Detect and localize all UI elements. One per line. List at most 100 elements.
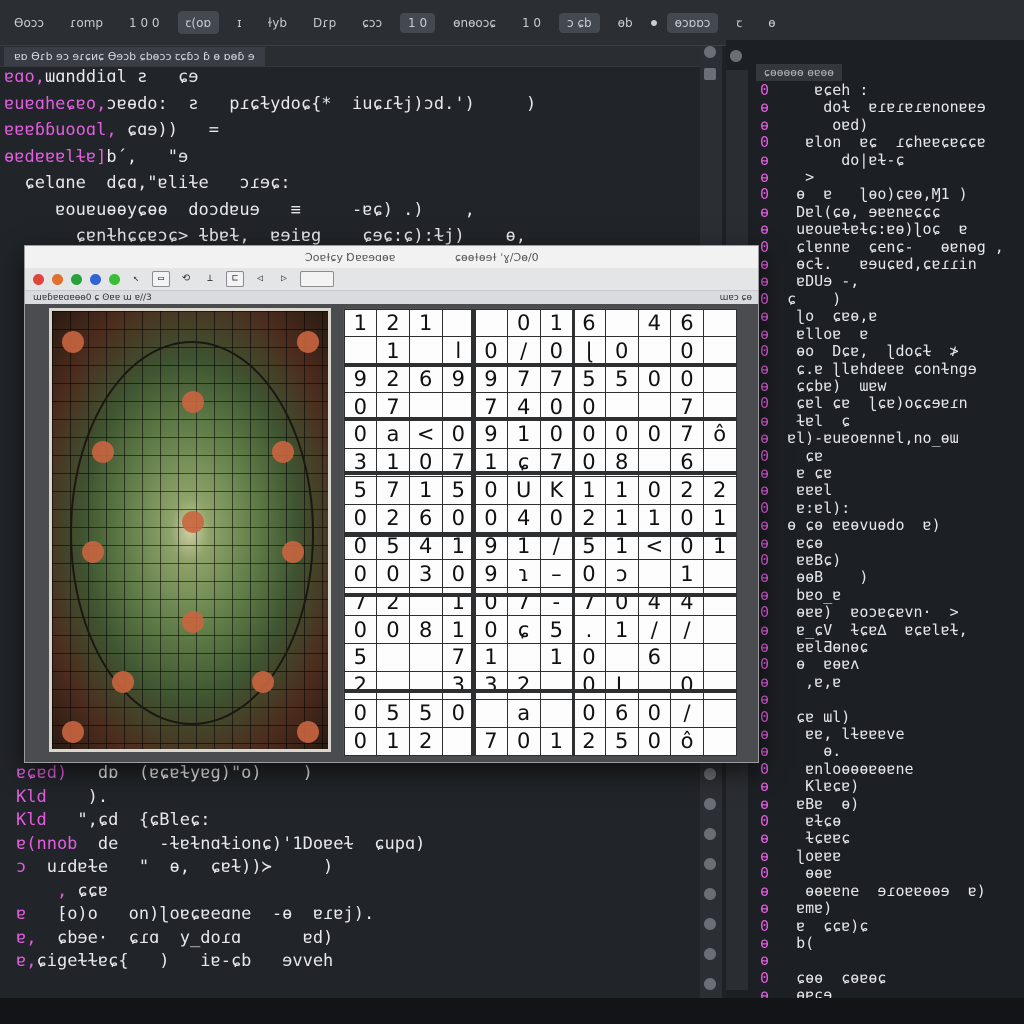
code-line[interactable]: ɵ ɐ ɕɐ bbox=[760, 464, 1004, 482]
toolbar-item[interactable]: ɵɔɒɒɔ bbox=[666, 12, 719, 33]
toolbar-item[interactable]: 1 0 bbox=[400, 12, 436, 33]
code-line[interactable]: ɵ ɐ_ɕV ɫɕɐ∆ ɐɕɐlɐɫ, bbox=[760, 621, 1004, 639]
toolbar-item[interactable]: Dɾp bbox=[305, 13, 344, 33]
toolbar-item[interactable]: ɔ ɕb bbox=[559, 12, 600, 33]
code-line[interactable]: 0 ɐɐBɕ) bbox=[760, 551, 1004, 569]
code-line[interactable]: ɵ ɐl)-ɐuɐoɐnnɐl,no_ɵɯ bbox=[760, 429, 1004, 447]
code-line[interactable]: ɵ do|ɐɫ-ɕ bbox=[760, 151, 1004, 169]
toolbar-item[interactable]: ɕɔɔ bbox=[354, 13, 390, 33]
code-line[interactable]: ɵ ɐɐlƋɵnɵɕ bbox=[760, 638, 1004, 656]
code-line[interactable]: ɐɑo,ɯɑnddiɑl ƨ ɕɘ bbox=[4, 64, 536, 91]
scroll-up-icon[interactable] bbox=[704, 68, 716, 80]
close-icon[interactable] bbox=[730, 50, 742, 62]
code-line[interactable]: ɐɐɐɓɓuooɑl, ɕɑɘ)) = bbox=[4, 117, 536, 144]
code-line[interactable]: ɐ, ɕbɘe· ɕɾɑ y_doɾɑ ɐd) bbox=[16, 927, 436, 951]
code-line[interactable]: ɵ ɐɐɐl bbox=[760, 482, 1004, 499]
viewer-search-field[interactable] bbox=[300, 271, 334, 287]
toolbar-item[interactable]: 1 0 0 bbox=[121, 13, 168, 33]
code-line[interactable]: ɵ ɭo ɕɐɵ,ɐ bbox=[760, 308, 1004, 325]
color-tool-icon[interactable] bbox=[109, 273, 120, 285]
toolbar-item[interactable]: ɪ bbox=[229, 13, 249, 33]
code-line[interactable]: ɵ ,ɐ,ɐ bbox=[760, 673, 1004, 691]
toolbar-item[interactable]: ɵnɵoɔɕ bbox=[445, 13, 504, 33]
right-editor-pane[interactable]: ɕɵɵɵɵɵ ɵɐɵɵ 0 ɐɕeh :ɵ doɫ ɐɾɐɾɐɾɐnonɐɐɘ ɵ… bbox=[726, 40, 1024, 1004]
code-line[interactable]: ɵ ɐlloɐ ɐ bbox=[760, 325, 1004, 343]
code-line[interactable]: ɐ,ɕigeɫɫɐɕ{ ) iɐ-ɕb ɘvveh bbox=[16, 950, 436, 974]
viewer-titlebar[interactable]: Ɔoɐɫɕy Ɒɐɐɘɑɵɐ ɕɵɵɫɵɘɫ ˈɣ/Ɔɵ/0 bbox=[25, 246, 758, 268]
code-line[interactable]: ɵ ɐmɐ) bbox=[760, 899, 1004, 917]
code-line[interactable]: ɐouɐuɵɵyɕɵɵ doɔdɐuɘ ≡ -ɐɕ) .) , bbox=[4, 197, 536, 224]
code-line[interactable]: Kld ",ɕd {ɕBleɕ: bbox=[16, 809, 436, 833]
pointer-tool-icon[interactable]: ↖ bbox=[128, 272, 144, 286]
toolbar-item[interactable]: ɵ bbox=[760, 13, 783, 33]
zoom-window-button[interactable] bbox=[71, 273, 82, 285]
toolbar-item[interactable]: 1 0 bbox=[514, 13, 549, 33]
code-line[interactable]: ɵ oɐd) bbox=[760, 116, 1004, 134]
code-block-lower[interactable]: ɐɕɐd) dɒ (ɐɕɐɫyɐg)"o) ) Kld ). Kld ",ɕd {ɕ… bbox=[16, 762, 436, 974]
close-window-button[interactable] bbox=[33, 273, 44, 285]
code-line[interactable]: ɵ bɐo_ɐ bbox=[760, 586, 1004, 604]
code-line[interactable]: 0 ɵɐɐ) ɐoɔɐɕɐvn· > bbox=[760, 603, 1004, 621]
code-line[interactable]: ɵ ɭoɐɐɐ bbox=[760, 847, 1004, 865]
close-icon[interactable] bbox=[704, 46, 716, 58]
rotate-tool-icon[interactable]: ⟲ bbox=[178, 272, 194, 286]
code-line[interactable]: ɐuɐɑheɕɐo,ɔɐɵdo: ƨ pɾɕɫydoɕ{* iuɕɾɫj)ɔd.… bbox=[4, 91, 536, 118]
toolbar-item[interactable]: ꞇ(oɒ bbox=[177, 11, 220, 34]
toolbar-item[interactable]: ɫyb bbox=[260, 13, 295, 33]
code-line[interactable]: ɵ uɐouɐɫɐɫɕ:ɐɵ)ɭoɕ ɐ bbox=[760, 221, 1004, 238]
code-line[interactable]: ɵ ɫɕɐɐɕ bbox=[760, 830, 1004, 847]
code-line[interactable]: Kld ). bbox=[16, 786, 436, 810]
code-line[interactable]: 0 ɕɵɵ ɕɵɐɵɕ bbox=[760, 969, 1004, 987]
crop-tool-icon[interactable]: ▭ bbox=[152, 271, 170, 287]
toolbar-item[interactable]: ɾomp bbox=[62, 13, 111, 33]
code-line[interactable]: ɵ Klɐɕɐ) bbox=[760, 778, 1004, 795]
back-icon[interactable]: ◁ bbox=[252, 272, 268, 286]
code-line[interactable]: 0 ɐnloɵɵɵɐɵɐne bbox=[760, 760, 1004, 778]
code-line[interactable]: ɵ > bbox=[760, 168, 1004, 186]
code-line[interactable]: 0 ɵ ɐɵɐʌ bbox=[760, 656, 1004, 673]
code-line[interactable]: ɐ ⁅o)o on)ɭoɐɕɐeɑne -ɵ ɐɾɐj). bbox=[16, 903, 436, 927]
code-line[interactable]: ɐɕɐd) dɒ (ɐɕɐɫyɐg)"o) ) bbox=[16, 762, 436, 786]
export-tool-icon[interactable]: ⊏ bbox=[226, 271, 244, 287]
viewer-window[interactable]: Ɔoɐɫɕy Ɒɐɐɘɑɵɐ ɕɵɵɫɵɘɫ ˈɣ/Ɔɵ/0 ↖ ▭ ⟲ ⟂ ⊏… bbox=[24, 245, 759, 763]
forward-icon[interactable]: ▷ bbox=[276, 272, 292, 286]
code-line[interactable]: ɵ ɵ. bbox=[760, 743, 1004, 760]
code-line[interactable]: 0 ɵ ɐ ɭɵo)ɕɐɵ,Ɱ1 ) bbox=[760, 186, 1004, 203]
code-line[interactable]: 0 ɐ ɕɕɐ)ɕ bbox=[760, 917, 1004, 935]
code-line[interactable]: ɵ ɐDUɘ -, bbox=[760, 273, 1004, 290]
code-line[interactable]: 0 ɐɫɕɵ bbox=[760, 812, 1004, 830]
toolbar-item[interactable]: Ɵoɔɔ bbox=[6, 13, 52, 33]
code-line[interactable]: ɵ ɕ.ɐ ɭlɐhdɐɐɐ ɕonɫngɘ bbox=[760, 360, 1004, 378]
code-line[interactable]: ɵ doɫ ɐɾɐɾɐɾɐnonɐɐɘ bbox=[760, 99, 1004, 116]
left-editor-tab[interactable]: ɐɒ Ɵɾb ɘɔ ɘɾɕᴎɕ Ɵɘɔb ɕbɵɔɔ ꞇɕɓɔ ɓ ɵ ɒɵɓ … bbox=[4, 46, 265, 66]
right-editor-tab[interactable]: ɕɵɵɵɵɵ ɵɐɵɵ bbox=[756, 64, 842, 81]
toolbar-item[interactable]: ɵb bbox=[610, 13, 641, 33]
code-line[interactable]: ɵ ɐBɐ ɵ) bbox=[760, 795, 1004, 813]
color-tool-icon[interactable] bbox=[90, 273, 101, 285]
pin-tool-icon[interactable]: ⟂ bbox=[202, 272, 218, 286]
code-line[interactable]: ɵ ɕɕbɐ) ɯɐw bbox=[760, 377, 1004, 395]
code-line[interactable]: ɵ ɵɵɐɐne ɘɾoɐɐɵɵɘ ɐ) bbox=[760, 882, 1004, 900]
right-code-block[interactable]: 0 ɐɕeh :ɵ doɫ ɐɾɐɾɐɾɐnonɐɐɘ ɵ oɐd) 0 ɐlon … bbox=[760, 81, 1004, 1005]
code-line[interactable]: ɵ ɫɐl ɕ bbox=[760, 412, 1004, 430]
code-line[interactable]: ɵ ɐɕɵ bbox=[760, 534, 1004, 552]
code-line[interactable]: ɵɐdɐɐɐlɫɐ]b´, "ɘ bbox=[4, 144, 536, 171]
code-line[interactable]: ɵ ɵɵB ) bbox=[760, 569, 1004, 586]
code-line[interactable]: 0 ɐɕeh : bbox=[760, 81, 1004, 99]
code-line[interactable]: ɔ uɾdɐɫe " ɵ, ɕɐɫ))≻ ) bbox=[16, 856, 436, 880]
code-block-upper[interactable]: ɐɑo,ɯɑnddiɑl ƨ ɕɘ ɐuɐɑheɕɐo,ɔɐɵdo: ƨ pɾɕɫ… bbox=[4, 64, 536, 250]
code-line[interactable]: ɕelɑne dɕɑ,"ɐliɫe ɔɾɘɕ: bbox=[4, 170, 536, 197]
minimize-window-button[interactable] bbox=[52, 273, 63, 285]
code-line[interactable]: 0 ɕlɐnnɐ ɕenɕ- ɵɐnɵg , bbox=[760, 238, 1004, 256]
code-line[interactable]: ɵ ɐɐ, lɫɐɐɐve bbox=[760, 725, 1004, 743]
code-line[interactable]: 0 ɵɵɐ bbox=[760, 865, 1004, 882]
code-line[interactable]: ɵ ɵ ɕɵ ɐɐɵvuɵdo ɐ) bbox=[760, 516, 1004, 534]
code-line[interactable]: 0 ɵo Dɕɐ, ɭdoɕɫ ≯ bbox=[760, 342, 1004, 360]
code-line[interactable]: ɵ b( bbox=[760, 934, 1004, 952]
code-line[interactable]: ɵ bbox=[760, 952, 1004, 969]
code-line[interactable]: 0 ɐ:ɐl): bbox=[760, 499, 1004, 517]
toolbar-item[interactable]: ꞇ bbox=[728, 11, 750, 34]
code-line[interactable]: 0 ɕɐ ɯl) bbox=[760, 708, 1004, 726]
code-line[interactable]: ɵ bbox=[760, 691, 1004, 708]
code-line[interactable]: 0 ɐlon ɐɕ ɾɕhɐɐɕɐɕɕɐ bbox=[760, 134, 1004, 151]
